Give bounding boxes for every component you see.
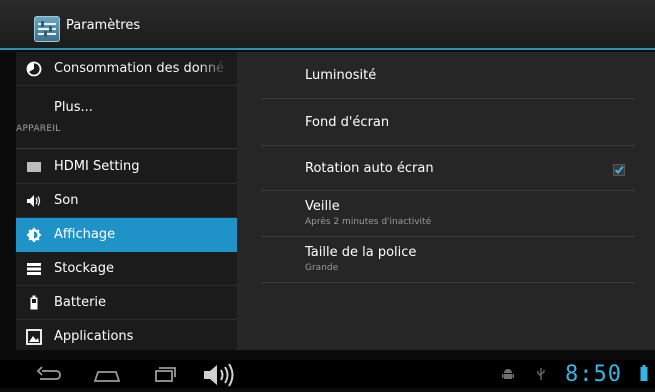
action-bar: Paramètres bbox=[0, 0, 655, 50]
usb-icon bbox=[536, 366, 546, 385]
sidebar-item-more[interactable]: Plus... bbox=[16, 94, 237, 120]
applications-icon bbox=[26, 328, 42, 345]
sidebar-item-label: Affichage bbox=[54, 227, 116, 242]
setting-title: Taille de la police bbox=[305, 245, 417, 260]
setting-title: Rotation auto écran bbox=[305, 161, 434, 176]
sidebar-item-label: Plus... bbox=[54, 99, 93, 115]
setting-auto-rotate[interactable]: Rotation auto écran bbox=[261, 146, 635, 191]
sidebar-item-data-usage[interactable]: Consommation des donné bbox=[16, 52, 237, 86]
setting-title: Luminosité bbox=[305, 68, 377, 83]
display-settings-panel: Luminosité Fond d'écran Rotation auto éc… bbox=[237, 52, 655, 350]
android-debug-icon bbox=[502, 366, 514, 385]
sidebar-item-label: HDMI Setting bbox=[54, 159, 140, 174]
sidebar-item-label: Consommation des donné bbox=[54, 61, 225, 76]
sidebar-item-label: Batterie bbox=[54, 295, 107, 310]
back-button[interactable] bbox=[34, 362, 64, 390]
setting-summary: Après 2 minutes d'inactivité bbox=[305, 217, 432, 227]
recent-apps-button[interactable] bbox=[150, 362, 180, 390]
home-button[interactable] bbox=[92, 362, 122, 390]
sidebar-item-label: Stockage bbox=[54, 261, 114, 276]
display-icon bbox=[26, 227, 42, 243]
section-header-device: APPAREIL bbox=[16, 124, 61, 134]
hdmi-icon bbox=[26, 159, 42, 175]
settings-sidebar: Consommation des donné Plus... APPAREIL … bbox=[16, 52, 237, 350]
sidebar-item-display[interactable]: Affichage bbox=[16, 218, 237, 252]
auto-rotate-checkbox[interactable] bbox=[613, 161, 625, 176]
sidebar-item-label: Son bbox=[54, 193, 79, 208]
setting-wallpaper[interactable]: Fond d'écran bbox=[261, 99, 635, 146]
setting-title: Fond d'écran bbox=[305, 115, 390, 130]
status-clock: 8:50 bbox=[565, 362, 622, 387]
battery-icon bbox=[26, 295, 42, 311]
setting-sleep[interactable]: Veille Après 2 minutes d'inactivité bbox=[261, 191, 635, 237]
system-bar: 8:50 bbox=[0, 360, 655, 388]
storage-icon bbox=[26, 261, 42, 277]
sidebar-item-storage[interactable]: Stockage bbox=[16, 252, 237, 286]
battery-status-icon bbox=[640, 365, 648, 385]
data-usage-icon bbox=[26, 61, 42, 77]
sidebar-item-sound[interactable]: Son bbox=[16, 184, 237, 218]
page-title: Paramètres bbox=[66, 18, 141, 33]
setting-title: Veille bbox=[305, 199, 340, 214]
settings-app-icon[interactable] bbox=[34, 16, 60, 42]
setting-summary: Grande bbox=[305, 263, 339, 273]
settings-screen: Paramètres Consommation des donné Plus..… bbox=[0, 0, 655, 388]
setting-brightness[interactable]: Luminosité bbox=[261, 52, 635, 99]
sidebar-item-applications[interactable]: Applications bbox=[16, 320, 237, 350]
volume-icon bbox=[26, 193, 42, 209]
sidebar-item-label: Applications bbox=[54, 329, 134, 344]
setting-font-size[interactable]: Taille de la police Grande bbox=[261, 237, 635, 283]
sidebar-item-hdmi[interactable]: HDMI Setting bbox=[16, 150, 237, 184]
sidebar-item-battery[interactable]: Batterie bbox=[16, 286, 237, 320]
section-divider bbox=[16, 148, 237, 149]
